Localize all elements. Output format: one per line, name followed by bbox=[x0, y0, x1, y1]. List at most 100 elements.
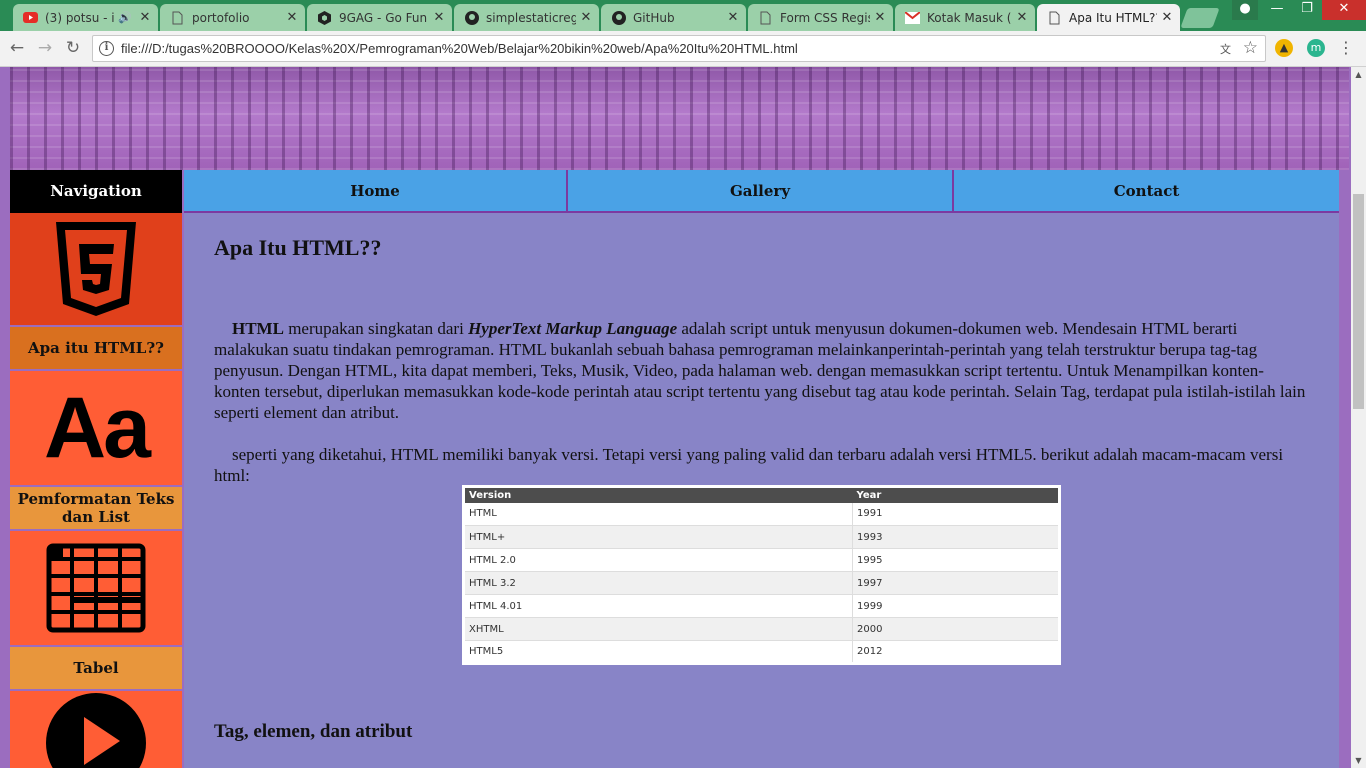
minimize-button[interactable]: — bbox=[1262, 0, 1292, 20]
version-cell: HTML5 bbox=[463, 640, 853, 664]
tab-title: Kotak Masuk (2 bbox=[927, 10, 1012, 25]
term-html: HTML bbox=[232, 319, 284, 338]
scrollbar[interactable]: ▲ ▼ bbox=[1351, 67, 1366, 768]
tab-title: simplestaticregi bbox=[486, 10, 576, 25]
close-icon[interactable]: ✕ bbox=[138, 10, 152, 25]
tab-1[interactable]: portofolio ✕ bbox=[160, 4, 305, 31]
top-navigation: Navigation Home Gallery Contact bbox=[10, 170, 1339, 213]
sidebar: Apa itu HTML?? Aa Pemformatan Teks dan L… bbox=[10, 213, 182, 768]
profile-m-icon[interactable]: m bbox=[1307, 39, 1325, 57]
tab-title: Apa Itu HTML?? bbox=[1069, 10, 1157, 25]
back-icon[interactable]: ← bbox=[5, 37, 29, 59]
github-icon bbox=[464, 10, 479, 25]
version-table: Version Year HTML 1991 HTML+ 1993 HTML 2.0 19… bbox=[462, 485, 1061, 665]
web-page: Navigation Home Gallery Contact Apa itu … bbox=[0, 67, 1351, 768]
tab-title: portofolio bbox=[192, 10, 250, 25]
new-tab-button[interactable] bbox=[1180, 8, 1220, 28]
version-cell: HTML 2.0 bbox=[463, 548, 853, 572]
extension-icon[interactable]: ▲ bbox=[1275, 39, 1293, 57]
gmail-icon bbox=[905, 10, 920, 25]
url-text[interactable]: file:///D:/tugas%20BROOOO/Kelas%20X/Pemr… bbox=[121, 41, 798, 56]
page-title: Apa Itu HTML?? bbox=[214, 235, 382, 260]
table-row: HTML 1991 bbox=[463, 502, 1060, 526]
version-cell: HTML bbox=[463, 502, 853, 526]
tab-6[interactable]: Kotak Masuk (2 ✕ bbox=[895, 4, 1035, 31]
city-banner-image bbox=[10, 67, 1349, 170]
page-icon bbox=[170, 10, 185, 25]
main-content: Apa Itu HTML?? HTML merupakan singkatan … bbox=[184, 213, 1339, 768]
forward-icon[interactable]: → bbox=[33, 37, 57, 59]
year-cell: 2012 bbox=[852, 640, 1060, 664]
scroll-up-arrow[interactable]: ▲ bbox=[1351, 70, 1366, 79]
tab-5[interactable]: Form CSS Regis ✕ bbox=[748, 4, 893, 31]
sidebar-item-tabel[interactable]: Tabel bbox=[10, 647, 182, 689]
close-icon[interactable]: ✕ bbox=[873, 10, 887, 25]
menu-kebab-icon[interactable]: ⋮ bbox=[1337, 39, 1355, 57]
year-cell: 1999 bbox=[852, 594, 1060, 618]
table-icon[interactable] bbox=[10, 531, 182, 645]
table-row: HTML 2.0 1995 bbox=[463, 548, 1060, 572]
sidebar-item-apa-itu-html[interactable]: Apa itu HTML?? bbox=[10, 327, 182, 369]
info-icon[interactable]: i bbox=[99, 41, 114, 56]
scroll-down-arrow[interactable]: ▼ bbox=[1351, 756, 1366, 765]
youtube-icon bbox=[23, 10, 38, 25]
maximize-button[interactable]: ❐ bbox=[1292, 0, 1322, 20]
close-icon[interactable]: ✕ bbox=[1015, 10, 1029, 25]
column-header-year: Year bbox=[852, 486, 1060, 503]
term-hypertext: HyperText Markup Language bbox=[468, 319, 678, 338]
table-row: HTML5 2012 bbox=[463, 640, 1060, 664]
nav-home[interactable]: Home bbox=[184, 170, 568, 213]
page-icon bbox=[758, 10, 773, 25]
version-cell: HTML 3.2 bbox=[463, 571, 853, 595]
close-window-button[interactable]: ✕ bbox=[1322, 0, 1366, 20]
paragraph-versions: seperti yang diketahui, HTML memiliki ba… bbox=[214, 445, 1284, 485]
reload-icon[interactable]: ↻ bbox=[61, 37, 85, 59]
intro-text-a: merupakan singkatan dari bbox=[283, 319, 469, 338]
section-heading: Tag, elemen, dan atribut bbox=[214, 721, 413, 742]
column-header-version: Version bbox=[463, 486, 853, 503]
version-cell: XHTML bbox=[463, 617, 853, 641]
close-icon[interactable]: ✕ bbox=[432, 10, 446, 25]
year-cell: 1991 bbox=[852, 502, 1060, 526]
tab-4[interactable]: GitHub ✕ bbox=[601, 4, 746, 31]
profile-icon[interactable]: ● bbox=[1232, 0, 1258, 20]
font-aa-icon[interactable]: Aa bbox=[10, 371, 182, 485]
close-icon[interactable]: ✕ bbox=[285, 10, 299, 25]
address-bar[interactable]: i file:///D:/tugas%20BROOOO/Kelas%20X/Pe… bbox=[92, 35, 1266, 62]
9gag-icon bbox=[317, 10, 332, 25]
scrollbar-thumb[interactable] bbox=[1353, 194, 1364, 409]
tab-7-active[interactable]: Apa Itu HTML?? ✕ bbox=[1037, 4, 1180, 31]
version-cell: HTML+ bbox=[463, 525, 853, 549]
tab-2[interactable]: 9GAG - Go Fun ✕ bbox=[307, 4, 452, 31]
table-row: XHTML 2000 bbox=[463, 617, 1060, 641]
tab-bar: (3) potsu - in 🔊 ✕ portofolio ✕ 9GAG - G… bbox=[0, 0, 1366, 31]
tab-title: 9GAG - Go Fun bbox=[339, 10, 428, 25]
tab-3[interactable]: simplestaticregi ✕ bbox=[454, 4, 599, 31]
nav-gallery[interactable]: Gallery bbox=[568, 170, 954, 213]
navigation-label: Navigation bbox=[10, 170, 182, 213]
year-cell: 1993 bbox=[852, 525, 1060, 549]
address-toolbar: ← → ↻ i file:///D:/tugas%20BROOOO/Kelas%… bbox=[0, 31, 1366, 67]
close-icon[interactable]: ✕ bbox=[1160, 10, 1174, 25]
sidebar-item-pemformatan-teks[interactable]: Pemformatan Teks dan List bbox=[10, 487, 182, 529]
close-icon[interactable]: ✕ bbox=[726, 10, 740, 25]
close-icon[interactable]: ✕ bbox=[579, 10, 593, 25]
translate-icon[interactable]: 文 bbox=[1220, 41, 1235, 56]
table-row: HTML+ 1993 bbox=[463, 525, 1060, 549]
table-row: HTML 4.01 1999 bbox=[463, 594, 1060, 618]
play-icon[interactable] bbox=[10, 691, 182, 768]
page-icon bbox=[1047, 10, 1062, 25]
html5-icon[interactable] bbox=[10, 213, 182, 325]
github-icon bbox=[611, 10, 626, 25]
nav-contact[interactable]: Contact bbox=[954, 170, 1339, 213]
paragraph-intro: HTML merupakan singkatan dari HyperText … bbox=[214, 318, 1308, 423]
tab-title: GitHub bbox=[633, 10, 675, 25]
table-row: HTML 3.2 1997 bbox=[463, 571, 1060, 595]
year-cell: 1995 bbox=[852, 548, 1060, 572]
bookmark-star-icon[interactable]: ☆ bbox=[1243, 38, 1258, 58]
tab-0[interactable]: (3) potsu - in 🔊 ✕ bbox=[13, 4, 158, 31]
version-cell: HTML 4.01 bbox=[463, 594, 853, 618]
tab-title: Form CSS Regis bbox=[780, 10, 870, 25]
speaker-icon[interactable]: 🔊 bbox=[118, 11, 132, 24]
year-cell: 1997 bbox=[852, 571, 1060, 595]
